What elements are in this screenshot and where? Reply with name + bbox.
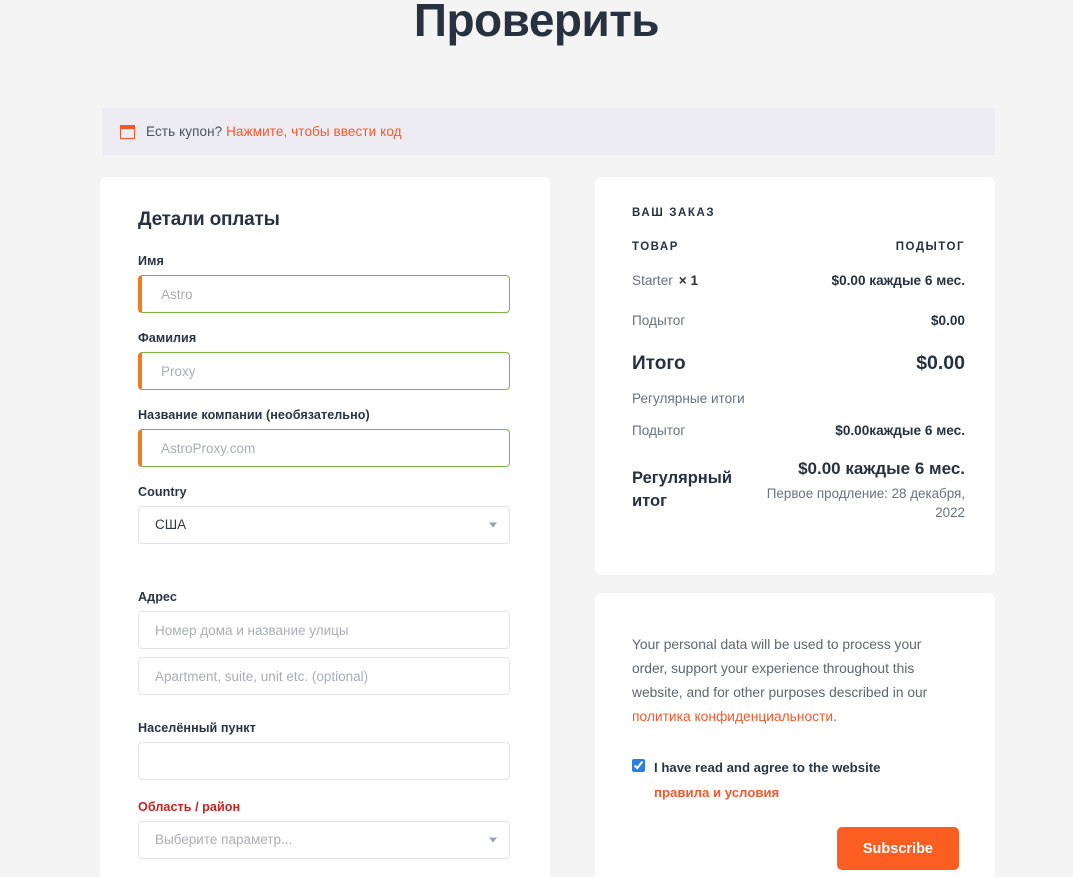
first-name-input[interactable] bbox=[138, 275, 510, 313]
total-label: Итого bbox=[632, 353, 686, 374]
coupon-prompt-label: Есть купон? bbox=[146, 124, 223, 139]
recurring-subtotal-label: Подытог bbox=[632, 423, 686, 438]
privacy-policy-text: Your personal data will be used to proce… bbox=[632, 633, 959, 728]
label-state-region: Область / район bbox=[138, 800, 241, 814]
country-select[interactable]: США bbox=[138, 506, 510, 544]
order-table-header: ТОВАР ПОДЫТОГ bbox=[632, 241, 965, 253]
field-state-region: Область / район Выберите параметр... bbox=[138, 800, 512, 859]
label-last-name: Фамилия bbox=[138, 331, 197, 345]
billing-details-card: Детали оплаты Имя Фамилия Название компа… bbox=[100, 177, 550, 877]
field-city: Населённый пункт bbox=[138, 721, 512, 780]
order-line-item: Starter × 1 $0.00 каждые 6 мес. bbox=[632, 273, 965, 288]
terms-agreement-label: I have read and agree to the website bbox=[654, 760, 881, 776]
coupon-ticket-icon bbox=[120, 124, 135, 139]
subscribe-button-wrap: Subscribe bbox=[632, 827, 959, 871]
privacy-policy-period: . bbox=[833, 708, 837, 724]
checkout-page: Проверить Есть купон? Нажмите, чтобы вве… bbox=[0, 0, 1073, 877]
page-title: Проверить bbox=[413, 0, 660, 46]
line-item-name-wrap: Starter × 1 bbox=[632, 273, 698, 288]
line-item-price: $0.00 каждые 6 мес. bbox=[831, 273, 965, 288]
subtotal-label: Подытог bbox=[632, 313, 686, 328]
recurring-total-amount: $0.00 каждые 6 мес. bbox=[798, 459, 965, 478]
label-first-name: Имя bbox=[138, 254, 164, 268]
recurring-total-label: Регулярный итог bbox=[632, 468, 732, 511]
terms-checkbox[interactable] bbox=[632, 759, 645, 773]
recurring-totals-row: Регулярные итоги bbox=[632, 391, 965, 406]
field-company-name: Название компании (необязательно) bbox=[138, 408, 512, 467]
last-name-input[interactable] bbox=[138, 352, 510, 390]
field-first-name: Имя bbox=[138, 254, 512, 313]
field-address-line2 bbox=[138, 657, 512, 695]
field-last-name: Фамилия bbox=[138, 331, 512, 390]
address-line1-input[interactable] bbox=[138, 611, 510, 649]
label-city: Населённый пункт bbox=[138, 721, 256, 735]
line-item-quantity: × 1 bbox=[678, 273, 699, 288]
label-address: Адрес bbox=[138, 590, 177, 604]
recurring-subtotal-row: Подытог $0.00каждые 6 мес. bbox=[632, 423, 965, 438]
privacy-terms-card: Your personal data will be used to proce… bbox=[595, 593, 995, 877]
terms-text-wrap: I have read and agree to the website пра… bbox=[654, 756, 880, 805]
subscribe-button[interactable]: Subscribe bbox=[836, 827, 959, 871]
column-header-subtotal: ПОДЫТОГ bbox=[895, 241, 965, 253]
privacy-policy-body: Your personal data will be used to proce… bbox=[632, 637, 928, 700]
recurring-subtotal-value: $0.00каждые 6 мес. bbox=[835, 423, 965, 438]
field-address-line1: Адрес bbox=[138, 590, 512, 649]
order-summary-card: ВАШ ЗАКАЗ ТОВАР ПОДЫТОГ Starter × 1 $0.00… bbox=[595, 177, 995, 575]
order-total-row: Итого $0.00 bbox=[632, 352, 965, 375]
company-name-input[interactable] bbox=[138, 429, 510, 467]
city-input[interactable] bbox=[138, 742, 510, 780]
subtotal-value: $0.00 bbox=[930, 313, 965, 328]
state-region-placeholder: Выберите параметр... bbox=[155, 832, 293, 847]
terms-agreement-row: I have read and agree to the website пра… bbox=[632, 756, 959, 805]
recurring-total-row: Регулярный итог $0.00 каждые 6 мес. Перв… bbox=[632, 458, 965, 523]
country-selected-value: США bbox=[155, 517, 187, 532]
state-region-select-wrap[interactable]: Выберите параметр... bbox=[138, 821, 510, 859]
label-country: Country bbox=[138, 485, 187, 499]
order-subtotal-row: Подытог $0.00 bbox=[632, 313, 965, 328]
line-item-name: Starter bbox=[632, 273, 673, 288]
field-country: Country США bbox=[138, 485, 512, 544]
recurring-total-values: $0.00 каждые 6 мес. Первое продление: 28… bbox=[751, 458, 965, 523]
total-value: $0.00 bbox=[916, 352, 965, 374]
coupon-enter-code-link[interactable]: Нажмите, чтобы ввести код bbox=[226, 124, 401, 139]
country-select-wrap[interactable]: США bbox=[138, 506, 510, 544]
column-header-product: ТОВАР bbox=[632, 241, 679, 253]
privacy-policy-link[interactable]: политика конфиденциальности bbox=[632, 709, 833, 724]
billing-details-title: Детали оплаты bbox=[138, 209, 280, 230]
recurring-totals-label: Регулярные итоги bbox=[632, 391, 745, 406]
order-summary-heading: ВАШ ЗАКАЗ bbox=[632, 207, 716, 219]
state-region-select[interactable]: Выберите параметр... bbox=[138, 821, 510, 859]
recurring-first-renewal: Первое продление: 28 декабря, 2022 bbox=[766, 485, 965, 521]
coupon-prompt: Есть купон? Нажмите, чтобы ввести код bbox=[146, 124, 402, 139]
coupon-notice: Есть купон? Нажмите, чтобы ввести код bbox=[102, 108, 995, 155]
address-line2-input[interactable] bbox=[138, 657, 510, 695]
terms-and-conditions-link[interactable]: правила и условия bbox=[654, 781, 880, 805]
label-company-name: Название компании (необязательно) bbox=[138, 408, 370, 422]
